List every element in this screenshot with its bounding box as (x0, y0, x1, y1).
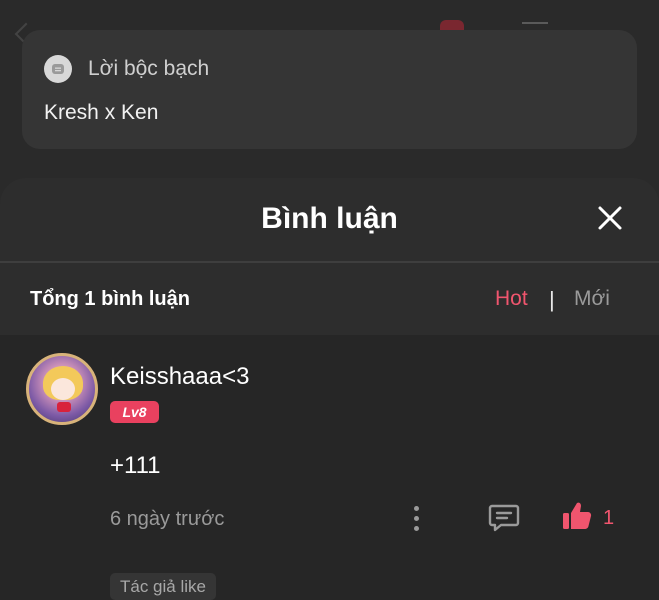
reply-button[interactable] (487, 500, 521, 534)
like-count[interactable]: 1 (603, 507, 614, 530)
confession-header: Lời bộc bạch (44, 55, 209, 83)
avatar-face (51, 378, 75, 400)
confession-card: Lời bộc bạch Kresh x Ken (22, 30, 637, 149)
comment-item: Keisshaaa<3 Lv8 +111 6 ngày trước 1 Tác … (0, 335, 659, 600)
sheet-title: Bình luận (261, 202, 398, 235)
author-like-badge: Tác giả like (110, 573, 216, 600)
sort-separator: | (549, 287, 555, 312)
level-badge: Lv8 (110, 401, 159, 423)
confession-label: Lời bộc bạch (88, 57, 210, 80)
avatar[interactable] (26, 353, 98, 425)
reply-icon (488, 504, 520, 532)
comment-text: +111 (110, 452, 161, 479)
confession-text: Kresh x Ken (44, 101, 159, 124)
sort-hot-tab[interactable]: Hot (495, 287, 528, 311)
avatar-bow (57, 402, 71, 412)
more-button[interactable] (406, 503, 426, 533)
close-button[interactable] (594, 202, 626, 234)
more-icon-dot (413, 515, 419, 521)
comments-sheet: Bình luận Tổng 1 bình luận Hot | Mới Kei… (0, 178, 659, 600)
thumbs-up-icon (563, 502, 592, 529)
sort-new-tab[interactable]: Mới (574, 287, 610, 311)
message-icon (44, 55, 72, 83)
more-icon-dot (413, 525, 419, 531)
more-icon-dot (413, 505, 419, 511)
message-icon-svg (52, 64, 64, 74)
close-icon (598, 206, 622, 230)
comments-toolbar: Tổng 1 bình luận Hot | Mới (0, 263, 659, 335)
comment-time: 6 ngày trước (110, 508, 225, 530)
total-comments: Tổng 1 bình luận (30, 288, 190, 310)
comment-username[interactable]: Keisshaaa<3 (110, 363, 249, 391)
like-button[interactable] (561, 500, 593, 532)
